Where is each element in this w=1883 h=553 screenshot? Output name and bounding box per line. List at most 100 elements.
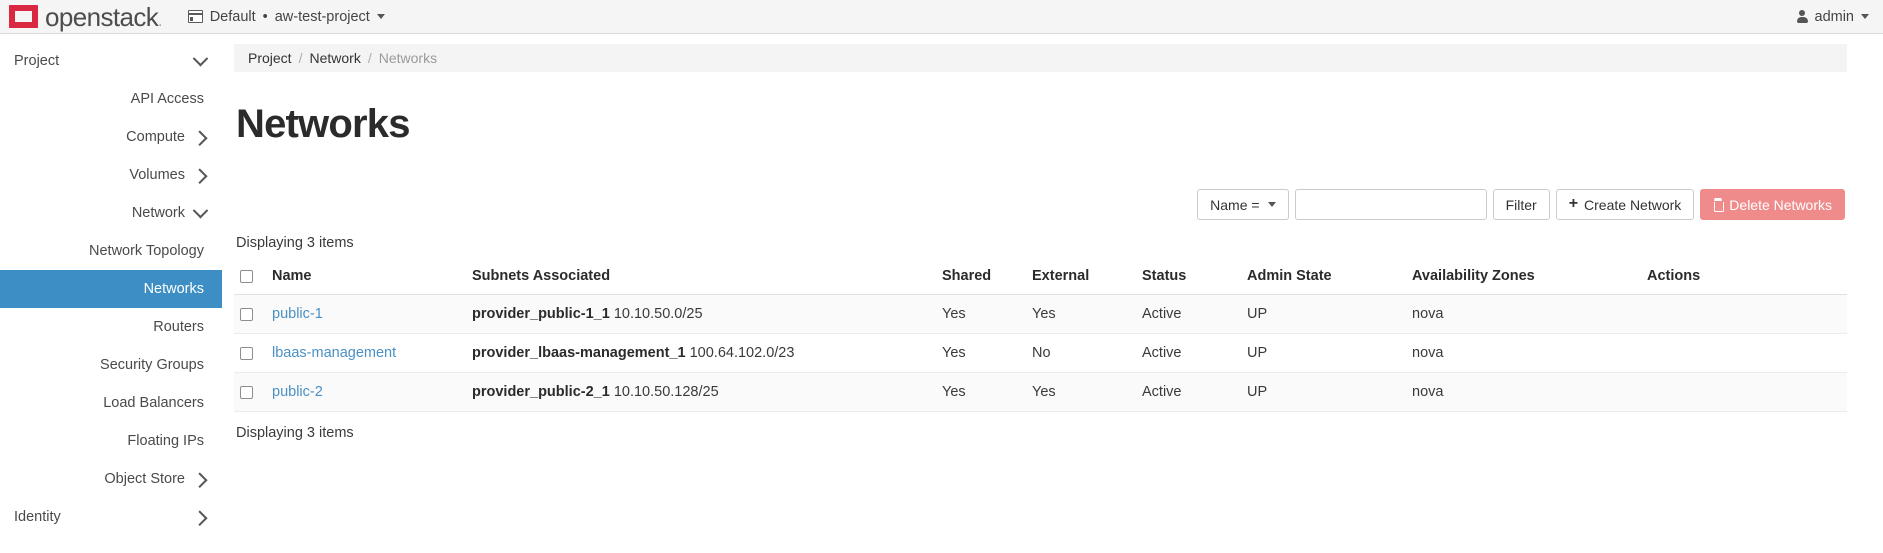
cell-availability-zones: nova — [1406, 294, 1641, 334]
cell-availability-zones: nova — [1406, 372, 1641, 412]
create-network-button[interactable]: + Create Network — [1555, 189, 1695, 220]
trash-icon — [1713, 198, 1725, 212]
sidebar-item-label: Floating IPs — [127, 433, 204, 449]
user-icon — [1796, 10, 1808, 23]
sidebar-item-floating-ips[interactable]: Floating IPs — [0, 422, 222, 460]
cell-shared: Yes — [936, 372, 1026, 412]
cell-external: Yes — [1026, 294, 1136, 334]
sidebar-item-label: Identity — [14, 509, 61, 525]
project-label: aw-test-project — [274, 8, 370, 25]
breadcrumb: Project / Network / Networks — [234, 44, 1847, 72]
network-link[interactable]: public-1 — [272, 306, 323, 322]
page-title: Networks — [236, 102, 410, 146]
row-checkbox[interactable] — [240, 307, 253, 321]
cell-external: Yes — [1026, 372, 1136, 412]
column-header-az[interactable]: Availability Zones — [1406, 260, 1641, 295]
sidebar-item-network-topology[interactable]: Network Topology — [0, 232, 222, 270]
chevron-down-icon — [192, 50, 209, 66]
sidebar-item-api-access[interactable]: API Access — [0, 80, 222, 118]
subnet-name: provider_public-2_1 — [472, 384, 610, 400]
row-select-cell — [234, 372, 266, 412]
cell-subnets: provider_public-2_1 10.10.50.128/25 — [466, 372, 936, 412]
domain-label: Default — [209, 8, 256, 25]
cell-shared: Yes — [936, 333, 1026, 373]
domain-project-separator: • — [262, 8, 268, 25]
column-header-status[interactable]: Status — [1136, 260, 1241, 295]
search-input[interactable] — [1294, 189, 1487, 220]
cell-external: No — [1026, 333, 1136, 373]
breadcrumb-separator: / — [367, 50, 372, 66]
openstack-brand[interactable]: openstack. — [9, 4, 162, 30]
main-content: Project / Network / Networks Networks Na… — [222, 34, 1883, 553]
sidebar-item-security-groups[interactable]: Security Groups — [0, 346, 222, 384]
user-menu[interactable]: admin — [1796, 9, 1869, 25]
chevron-down-icon — [1861, 14, 1869, 19]
chevron-right-icon — [192, 509, 208, 526]
row-checkbox[interactable] — [240, 385, 253, 399]
sidebar-item-routers[interactable]: Routers — [0, 308, 222, 346]
cell-name: lbaas-management — [266, 333, 466, 373]
column-header-admin-state[interactable]: Admin State — [1241, 260, 1406, 295]
column-header-shared[interactable]: Shared — [936, 260, 1026, 295]
project-selector[interactable]: Default • aw-test-project — [187, 8, 385, 25]
sidebar-item-network[interactable]: Network — [0, 194, 222, 232]
sidebar-item-load-balancers[interactable]: Load Balancers — [0, 384, 222, 422]
cell-admin-state: UP — [1241, 372, 1406, 412]
breadcrumb-item-project[interactable]: Project — [248, 50, 292, 66]
networks-table: Name Subnets Associated Shared External … — [234, 260, 1847, 412]
table-head: Name Subnets Associated Shared External … — [234, 260, 1847, 295]
items-count-bottom: Displaying 3 items — [236, 425, 354, 441]
table-row[interactable]: lbaas-management provider_lbaas-managemen… — [234, 333, 1847, 373]
brand-name: openstack — [45, 1, 159, 32]
items-count-top: Displaying 3 items — [236, 235, 354, 251]
cell-admin-state: UP — [1241, 294, 1406, 334]
cell-name: public-2 — [266, 372, 466, 412]
sidebar-item-compute[interactable]: Compute — [0, 118, 222, 156]
table-row[interactable]: public-2 provider_public-2_1 10.10.50.128… — [234, 372, 1847, 412]
table-body: public-1 provider_public-1_1 10.10.50.0/2… — [234, 294, 1847, 412]
sidebar-item-label: API Access — [130, 91, 204, 107]
column-header-subnets[interactable]: Subnets Associated — [466, 260, 936, 295]
cell-shared: Yes — [936, 294, 1026, 334]
column-header-name[interactable]: Name — [266, 260, 466, 295]
cell-subnets: provider_lbaas-management_1 100.64.102.0… — [466, 333, 936, 373]
sidebar-item-label: Volumes — [129, 167, 185, 183]
openstack-logo-icon — [9, 5, 38, 28]
row-checkbox[interactable] — [240, 346, 253, 360]
filter-button[interactable]: Filter — [1492, 189, 1550, 220]
sidebar-item-label: Security Groups — [100, 357, 204, 373]
table-header-row: Name Subnets Associated Shared External … — [234, 260, 1847, 295]
plus-icon: + — [1568, 195, 1579, 212]
sidebar-item-label: Network Topology — [89, 243, 204, 259]
sidebar-item-label: Object Store — [104, 471, 185, 487]
sidebar-item-label: Load Balancers — [103, 395, 204, 411]
chevron-right-icon — [192, 167, 208, 184]
select-all-header — [234, 260, 266, 295]
page-layout: Project API Access Compute Volumes Network Ne… — [0, 34, 1883, 553]
column-header-actions: Actions — [1641, 260, 1847, 295]
sidebar-item-volumes[interactable]: Volumes — [0, 156, 222, 194]
network-link[interactable]: public-2 — [272, 384, 323, 400]
network-link[interactable]: lbaas-management — [272, 345, 396, 361]
subnet-name: provider_lbaas-management_1 — [472, 345, 686, 361]
sidebar-item-object-store[interactable]: Object Store — [0, 460, 222, 498]
filter-key-dropdown[interactable]: Name = — [1197, 189, 1289, 220]
sidebar-item-networks[interactable]: Networks — [0, 270, 222, 308]
delete-networks-label: Delete Networks — [1729, 196, 1832, 213]
table-row[interactable]: public-1 provider_public-1_1 10.10.50.0/2… — [234, 294, 1847, 334]
breadcrumb-item-network[interactable]: Network — [309, 50, 360, 66]
sidebar-item-label: Network — [131, 205, 185, 221]
sidebar-nav: Project API Access Compute Volumes Network Ne… — [0, 34, 222, 553]
sidebar-item-identity[interactable]: Identity — [0, 498, 222, 536]
dashboard-window-icon — [187, 10, 203, 23]
sidebar-item-project[interactable]: Project — [0, 42, 222, 80]
cell-actions — [1641, 294, 1847, 334]
column-header-external[interactable]: External — [1026, 260, 1136, 295]
chevron-down-icon — [192, 202, 209, 218]
cell-status: Active — [1136, 372, 1241, 412]
breadcrumb-separator: / — [298, 50, 303, 66]
select-all-checkbox[interactable] — [240, 269, 253, 283]
create-network-label: Create Network — [1584, 196, 1682, 213]
top-navbar: openstack. Default • aw-test-project adm… — [0, 0, 1883, 34]
delete-networks-button[interactable]: Delete Networks — [1700, 189, 1845, 220]
